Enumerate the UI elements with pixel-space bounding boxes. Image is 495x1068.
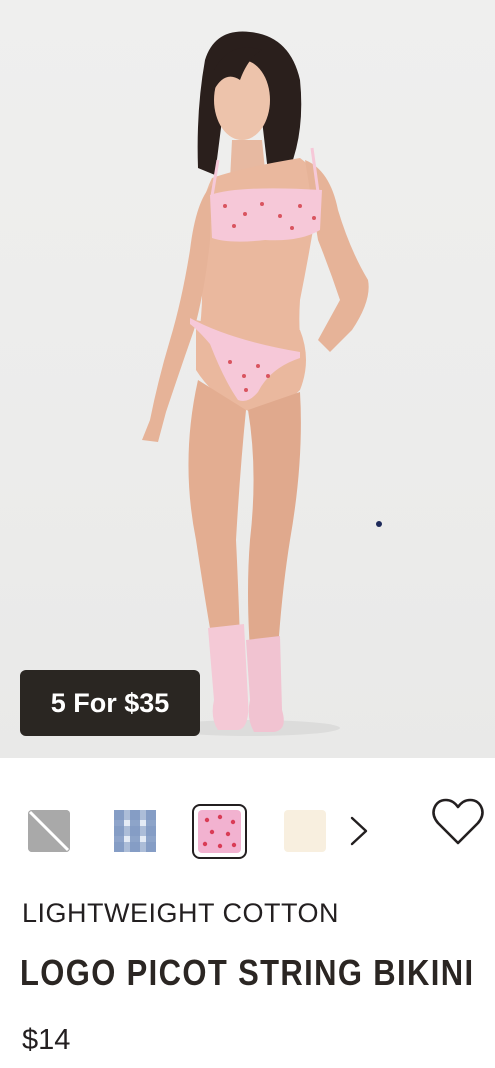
unavailable-slash-icon: [28, 810, 70, 852]
product-image[interactable]: 5 For $35: [0, 0, 495, 758]
promo-badge: 5 For $35: [20, 670, 200, 736]
product-price: $14: [22, 1024, 71, 1056]
model-photo: [142, 31, 382, 736]
product-card[interactable]: 5 For $35 LIGHTWEIGHT COTTON LOGO PICOT …: [0, 0, 495, 1068]
product-title[interactable]: LOGO PICOT STRING BIKINI: [20, 952, 474, 994]
swatch-cream[interactable]: [284, 810, 326, 852]
heart-print-pattern: [198, 810, 241, 853]
color-swatches: [0, 790, 495, 870]
swatch-blue-gingham[interactable]: [114, 810, 156, 852]
swatch-heather-grey[interactable]: [28, 810, 70, 852]
swatch-pink-heart-print[interactable]: [198, 810, 241, 853]
chevron-right-icon[interactable]: [344, 814, 372, 848]
heart-outline-icon[interactable]: [430, 796, 486, 848]
gingham-pattern: [114, 810, 156, 852]
product-collection: LIGHTWEIGHT COTTON: [22, 898, 340, 928]
